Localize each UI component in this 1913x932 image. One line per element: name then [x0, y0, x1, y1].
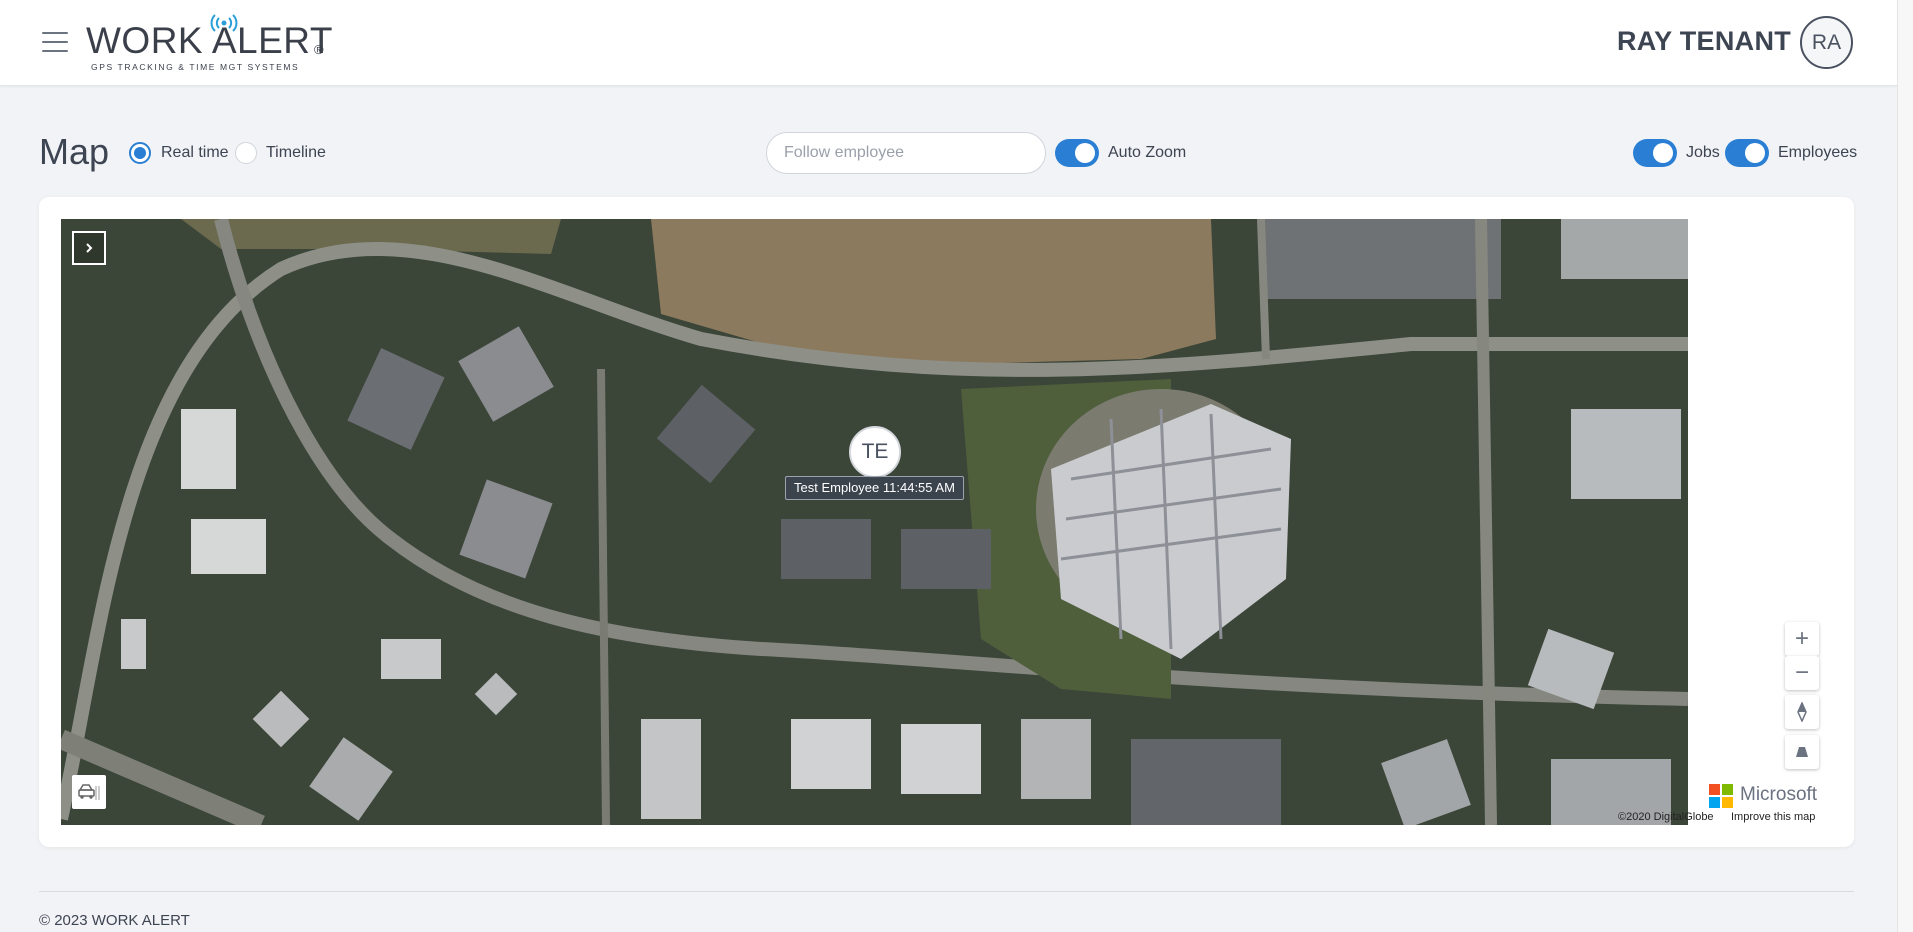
microsoft-logo-icon	[1709, 784, 1733, 808]
footer-copyright: © 2023 WORK ALERT	[39, 912, 190, 929]
map-canvas[interactable]: TE Test Employee 11:44:55 AM	[61, 219, 1688, 825]
radio-timeline-label[interactable]: Timeline	[266, 144, 326, 162]
auto-zoom-label: Auto Zoom	[1108, 144, 1187, 161]
employees-toggle[interactable]	[1725, 139, 1769, 167]
compass-icon	[1797, 702, 1807, 722]
zoom-out-button[interactable]: −	[1785, 656, 1819, 690]
logo-registered-mark: ®	[314, 42, 324, 57]
page-title: Map	[39, 131, 110, 172]
map-provider-name: Microsoft	[1740, 784, 1818, 805]
rotate-north-button[interactable]	[1785, 695, 1819, 729]
radio-timeline[interactable]	[235, 142, 257, 164]
jobs-toggle[interactable]	[1633, 139, 1677, 167]
jobs-label: Jobs	[1686, 144, 1720, 161]
page-scrollbar[interactable]	[1897, 0, 1913, 932]
logo-tagline: GPS TRACKING & TIME MGT SYSTEMS	[91, 62, 300, 72]
follow-employee-input[interactable]	[766, 132, 1046, 174]
satellite-imagery	[61, 219, 1688, 825]
employee-marker[interactable]: TE	[849, 426, 901, 478]
radio-real-time[interactable]	[129, 142, 151, 164]
map-attribution: ©2020 DigitalGlobe	[1618, 811, 1714, 823]
radio-real-time-label[interactable]: Real time	[161, 144, 229, 162]
auto-zoom-toggle[interactable]	[1055, 139, 1099, 167]
tilt-view-button[interactable]	[1785, 735, 1819, 769]
user-avatar[interactable]: RA	[1800, 16, 1853, 69]
top-header: WORK ALERT ® GPS TRACKING & TIME MGT SYS…	[0, 0, 1897, 86]
zoom-in-icon: +	[1794, 625, 1809, 652]
improve-map-link[interactable]: Improve this map	[1731, 811, 1815, 823]
user-name: RAY TENANT	[1617, 26, 1792, 56]
zoom-in-button[interactable]: +	[1785, 622, 1819, 656]
hamburger-menu-icon[interactable]	[42, 32, 68, 54]
zoom-out-icon: −	[1794, 659, 1809, 686]
employees-label: Employees	[1778, 144, 1858, 161]
traffic-toggle-button[interactable]	[72, 775, 106, 809]
expand-panel-button[interactable]	[72, 231, 106, 265]
footer-divider	[39, 891, 1854, 892]
work-alert-logo[interactable]: WORK ALERT ® GPS TRACKING & TIME MGT SYS…	[86, 14, 332, 74]
car-traffic-icon	[78, 784, 100, 800]
tilt-icon	[1796, 747, 1808, 757]
chevron-right-icon	[86, 243, 93, 253]
logo-text: WORK ALERT	[86, 20, 333, 61]
employee-marker-label: Test Employee 11:44:55 AM	[785, 476, 964, 500]
